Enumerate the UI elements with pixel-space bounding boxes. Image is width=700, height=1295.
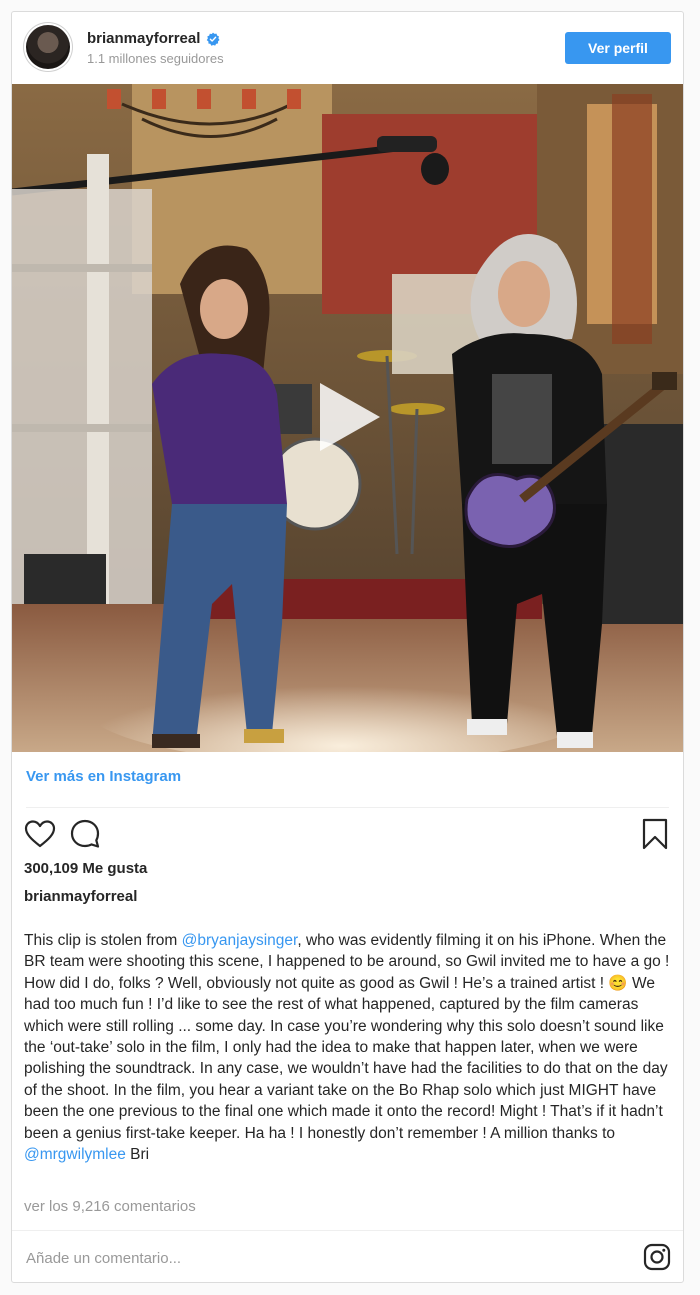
- caption-part-4: Bri: [125, 1146, 150, 1164]
- divider: [26, 807, 669, 808]
- caption-text: This clip is stolen from @bryanjaysinger…: [24, 930, 672, 1165]
- verified-badge-icon: [207, 32, 220, 46]
- post-header: brianmayforreal 1.1 millones seguidores …: [12, 12, 683, 84]
- comment-icon[interactable]: [68, 817, 102, 851]
- comment-input[interactable]: [24, 1245, 608, 1271]
- view-comments-link[interactable]: ver los 9,216 comentarios: [24, 1198, 196, 1215]
- likes-count[interactable]: 300,109 Me gusta: [24, 860, 147, 877]
- view-more-on-instagram-link[interactable]: Ver más en Instagram: [26, 768, 181, 785]
- view-profile-button[interactable]: Ver perfil: [565, 32, 671, 64]
- bookmark-icon[interactable]: [638, 817, 672, 851]
- play-icon[interactable]: [304, 375, 388, 459]
- caption-part-3: We had too much fun ! I’d like to see th…: [24, 974, 668, 1142]
- avatar[interactable]: [26, 25, 70, 69]
- action-bar: [12, 817, 683, 857]
- mention-link[interactable]: @mrgwilymlee: [24, 1146, 126, 1163]
- comment-row: [12, 1230, 683, 1282]
- video-media[interactable]: [12, 84, 683, 752]
- mention-link[interactable]: @bryanjaysinger: [182, 932, 298, 949]
- caption-part-1: This clip is stolen from: [24, 932, 182, 949]
- username-text[interactable]: brianmayforreal: [87, 30, 200, 47]
- instagram-icon[interactable]: [643, 1243, 671, 1271]
- instagram-embed-card: brianmayforreal 1.1 millones seguidores …: [11, 11, 684, 1283]
- caption-author[interactable]: brianmayforreal: [24, 888, 137, 905]
- smile-emoji-icon: 😊: [608, 974, 628, 992]
- heart-icon[interactable]: [23, 817, 57, 851]
- username[interactable]: brianmayforreal: [87, 30, 220, 47]
- followers-count: 1.1 millones seguidores: [87, 51, 224, 66]
